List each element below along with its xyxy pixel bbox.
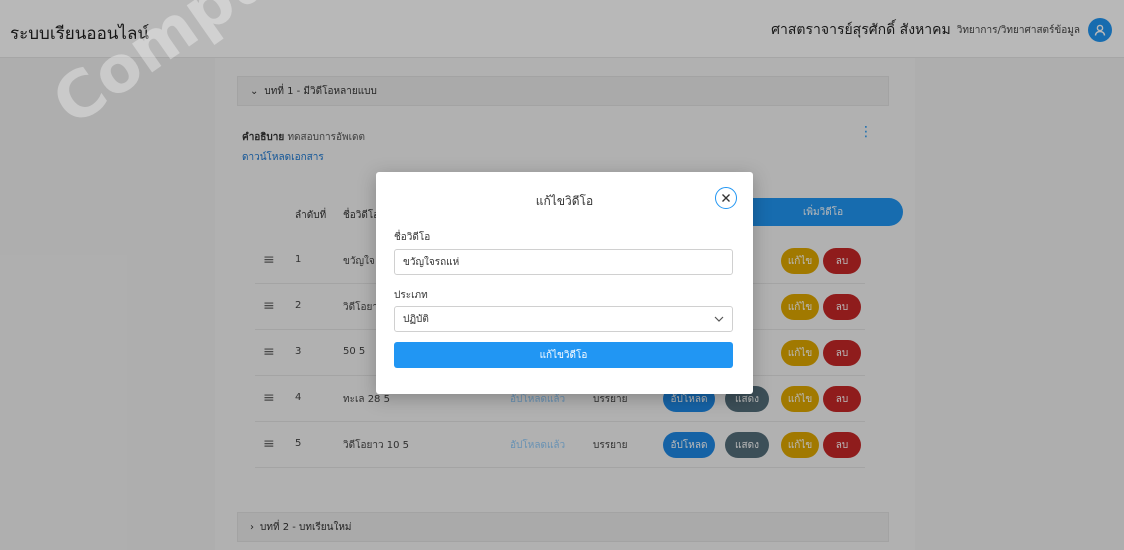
edit-video-dialog: แก้ไขวิดีโอ ชื่อวิดีโอ ประเภท ปฏิบัติ แก… — [376, 172, 753, 394]
save-video-button[interactable]: แก้ไขวิดีโอ — [394, 342, 733, 368]
watermark: Computer Science, Faculty of Informatics… — [40, 0, 1124, 141]
dialog-title: แก้ไขวิดีโอ — [535, 194, 594, 208]
video-type-value: ปฏิบัติ — [403, 313, 429, 325]
video-name-input[interactable] — [394, 249, 733, 275]
close-glyph — [722, 194, 730, 202]
close-icon[interactable] — [715, 187, 737, 209]
video-type-select[interactable]: ปฏิบัติ — [394, 306, 733, 332]
video-name-label: ชื่อวิดีโอ — [394, 232, 431, 243]
chevron-down-icon — [714, 316, 724, 322]
video-type-label: ประเภท — [394, 290, 428, 301]
